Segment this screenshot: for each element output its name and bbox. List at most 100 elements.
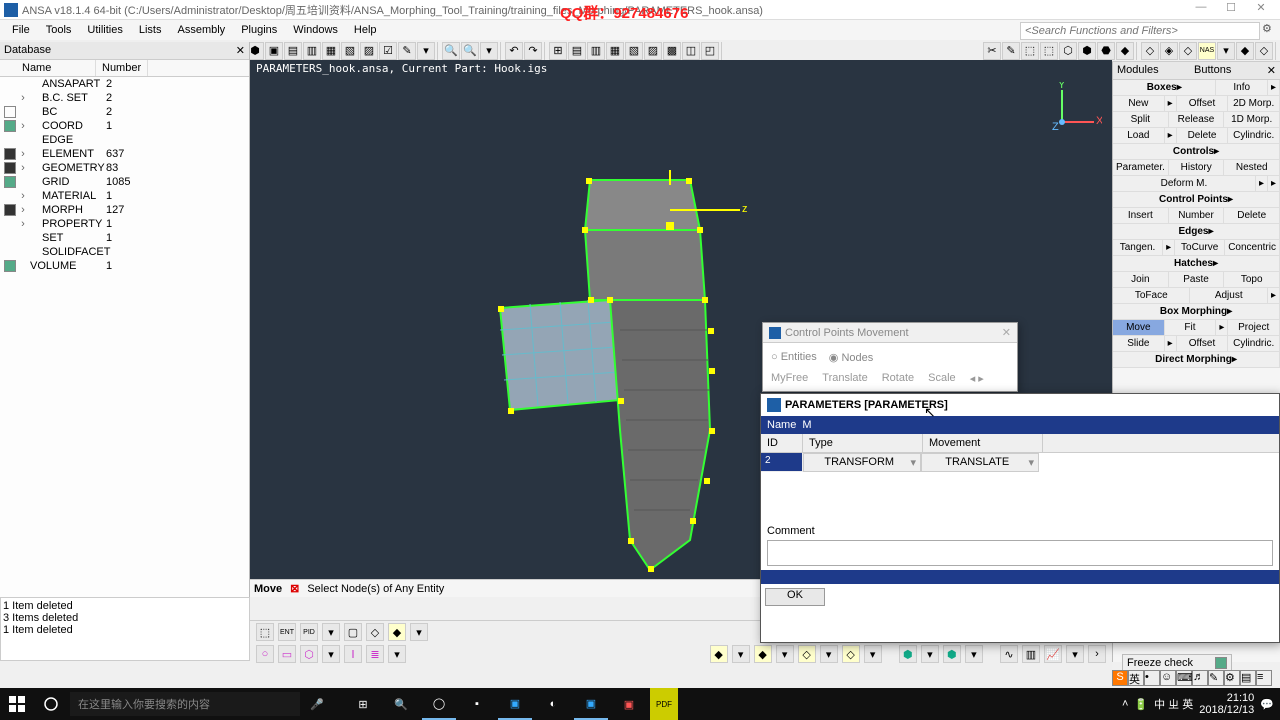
db-row-grid[interactable]: GRID1085: [0, 175, 249, 189]
col-id[interactable]: ID: [761, 434, 803, 452]
toolbar-button[interactable]: ✂: [983, 42, 1001, 60]
tab-translate[interactable]: Translate: [822, 372, 867, 385]
toolbar-button[interactable]: ▨: [360, 42, 378, 60]
toolbar-button[interactable]: ◇: [1179, 42, 1197, 60]
db-row-ansapart[interactable]: ANSAPART2: [0, 77, 249, 91]
rp-paste[interactable]: Paste: [1169, 272, 1225, 287]
bt-button[interactable]: ›: [1088, 645, 1106, 663]
status-close-icon[interactable]: ⊠: [290, 582, 299, 595]
bt-button[interactable]: ▾: [410, 623, 428, 641]
nodes-radio[interactable]: ◉ Nodes: [829, 351, 873, 364]
redo-button[interactable]: ↷: [524, 42, 542, 60]
rp-tocurve[interactable]: ToCurve: [1175, 240, 1225, 255]
rp-split[interactable]: Split: [1113, 112, 1169, 127]
col-movement[interactable]: Movement: [923, 434, 1043, 452]
taskbar-search[interactable]: 在这里输入你要搜索的内容: [70, 692, 300, 716]
expand-icon[interactable]: ›: [18, 148, 28, 160]
rp-topo[interactable]: Topo: [1224, 272, 1280, 287]
db-row-morph[interactable]: ›MORPH127: [0, 203, 249, 217]
bt-button[interactable]: ▾: [864, 645, 882, 663]
rp-tangen[interactable]: Tangen.: [1113, 240, 1163, 255]
mic-icon[interactable]: 🎤: [300, 688, 334, 720]
bt-button[interactable]: ◇: [798, 645, 816, 663]
zoom-icon[interactable]: 🔍: [461, 42, 479, 60]
db-row-b.c. set[interactable]: ›B.C. SET2: [0, 91, 249, 105]
ansa2-icon[interactable]: ▣: [574, 688, 608, 720]
close-icon[interactable]: ✕: [236, 44, 245, 57]
comment-input[interactable]: [767, 540, 1273, 566]
rp-arrow[interactable]: ▸: [1268, 288, 1280, 303]
ok-button[interactable]: OK: [765, 588, 825, 606]
toolbar-button[interactable]: ⬣: [1097, 42, 1115, 60]
tray-ime[interactable]: 中 ㄓ 英: [1154, 696, 1193, 712]
rp-adjust[interactable]: Adjust: [1190, 288, 1267, 303]
cell-movement[interactable]: TRANSLATE▾: [921, 453, 1039, 472]
checkbox-icon[interactable]: [4, 260, 16, 272]
chrome-icon[interactable]: ◯: [422, 688, 456, 720]
bt-button[interactable]: ▾: [322, 623, 340, 641]
expand-icon[interactable]: ›: [18, 92, 28, 104]
rp-deformm[interactable]: Deform M.: [1113, 176, 1256, 191]
rp-slide[interactable]: Slide: [1113, 336, 1165, 351]
rp-arrow[interactable]: ▸: [1165, 128, 1177, 143]
bt-button[interactable]: ▾: [322, 645, 340, 663]
checkbox-icon[interactable]: [4, 120, 16, 132]
toolbar-button[interactable]: ▾: [1217, 42, 1235, 60]
bt-button[interactable]: 📈: [1044, 645, 1062, 663]
toolbar-button[interactable]: ▤: [568, 42, 586, 60]
rp-load[interactable]: Load: [1113, 128, 1165, 143]
cortana-icon[interactable]: [34, 688, 68, 720]
toolbar-button[interactable]: ◰: [701, 42, 719, 60]
bt-button[interactable]: ▾: [732, 645, 750, 663]
bt-button[interactable]: ▾: [921, 645, 939, 663]
bt-button[interactable]: ▢: [344, 623, 362, 641]
rp-join[interactable]: Join: [1113, 272, 1169, 287]
close-button[interactable]: ✕: [1246, 1, 1276, 19]
toolbar-button[interactable]: ◇: [1255, 42, 1273, 60]
bt-button[interactable]: ○: [256, 645, 274, 663]
search-input[interactable]: [1020, 22, 1260, 40]
bt-button[interactable]: ∿: [1000, 645, 1018, 663]
bt-button[interactable]: PID: [300, 623, 318, 641]
expand-icon[interactable]: ›: [18, 190, 28, 202]
section-control-points[interactable]: Control Points▸: [1113, 192, 1280, 207]
log-panel[interactable]: 1 Item deleted3 Items deleted1 Item dele…: [0, 597, 250, 661]
checkbox-icon[interactable]: [4, 148, 16, 160]
rp-cylindric[interactable]: Cylindric.: [1228, 128, 1280, 143]
rp-history[interactable]: History: [1169, 160, 1225, 175]
bt-button[interactable]: ◆: [710, 645, 728, 663]
toolbar-button[interactable]: ⊞: [549, 42, 567, 60]
bt-button[interactable]: ⬡: [300, 645, 318, 663]
notifications-icon[interactable]: 💬: [1260, 698, 1274, 711]
toolbar-button[interactable]: ▩: [663, 42, 681, 60]
rp-arrow[interactable]: ▸: [1163, 240, 1175, 255]
rp-new[interactable]: New: [1113, 96, 1165, 111]
rp-concentric[interactable]: Concentric: [1225, 240, 1280, 255]
rp-1dmorp[interactable]: 1D Morp.: [1224, 112, 1280, 127]
toolbar-button[interactable]: ◈: [1160, 42, 1178, 60]
menu-help[interactable]: Help: [346, 22, 385, 38]
col-name[interactable]: Name: [0, 60, 96, 76]
checkbox-icon[interactable]: [4, 106, 16, 118]
rp-arrow[interactable]: ▸: [1216, 320, 1228, 335]
toolbar-button[interactable]: NAS: [1198, 42, 1216, 60]
pdf-icon[interactable]: PDF: [650, 688, 678, 720]
expand-icon[interactable]: ›: [18, 162, 28, 174]
rp-insert[interactable]: Insert: [1113, 208, 1169, 223]
modules-label[interactable]: Modules: [1117, 64, 1159, 77]
app-icon[interactable]: ▣: [612, 688, 646, 720]
rp-number[interactable]: Number: [1169, 208, 1225, 223]
section-direct-morphing[interactable]: Direct Morphing▸: [1113, 352, 1280, 367]
section-boxes[interactable]: Boxes▸: [1113, 80, 1216, 95]
menu-assembly[interactable]: Assembly: [170, 22, 234, 38]
ansa-icon[interactable]: ▣: [498, 688, 532, 720]
rp-arrow[interactable]: ▸: [1256, 176, 1268, 191]
maximize-button[interactable]: ☐: [1216, 1, 1246, 19]
rp-delete[interactable]: Delete: [1177, 128, 1229, 143]
bt-button[interactable]: ⬢: [899, 645, 917, 663]
toolbar-button[interactable]: ▥: [303, 42, 321, 60]
task-view-icon[interactable]: ⊞: [346, 688, 380, 720]
checkbox-icon[interactable]: [1215, 657, 1227, 669]
zoom-icon[interactable]: 🔍: [442, 42, 460, 60]
tray-icon[interactable]: 🔋: [1134, 698, 1148, 711]
